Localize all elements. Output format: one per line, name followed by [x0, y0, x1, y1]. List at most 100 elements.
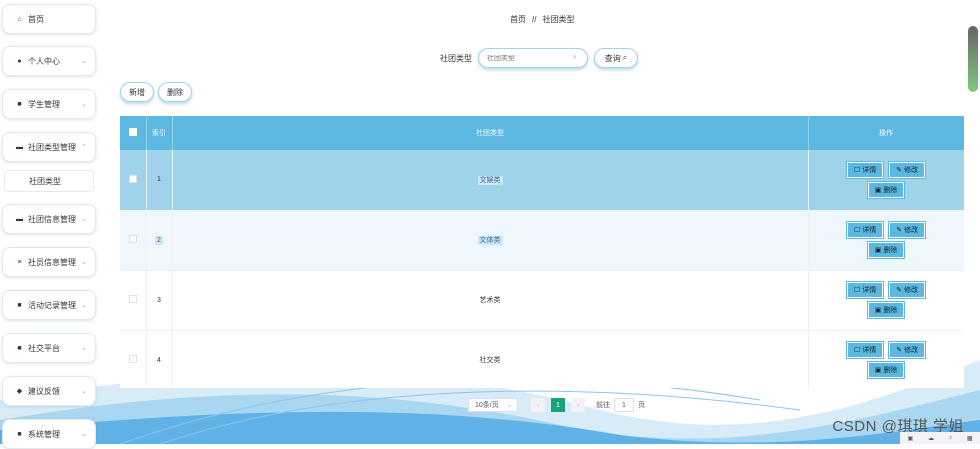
row-club-type: 社交类	[172, 330, 809, 388]
row-checkbox-cell	[120, 150, 147, 211]
sidebar-item-home[interactable]: ⌂ 首页	[2, 4, 96, 34]
chat-icon: ◆	[16, 388, 23, 395]
detail-icon: ☐	[853, 166, 861, 174]
row-checkbox[interactable]	[128, 174, 137, 183]
breadcrumb-current: 社团类型	[542, 15, 575, 24]
sidebar-item-label: 系统管理	[28, 429, 60, 439]
detail-button[interactable]: ☐ 详情	[846, 161, 884, 178]
tray-app-icon: ▣	[907, 435, 914, 442]
card-icon: ▬	[16, 143, 23, 151]
edit-label: 修改	[904, 166, 919, 174]
sidebar-item-label: 社员信息管理	[28, 257, 76, 267]
sidebar-item-label: 个人中心	[28, 56, 60, 66]
trash-icon: ▣	[874, 307, 882, 314]
tray-cloud-icon: ☁	[928, 435, 935, 442]
sidebar-item-label: 社交平台	[28, 343, 60, 353]
table-row[interactable]: 2 文体类 ☐ 详情 ✎ 修改 ▣ 删除	[120, 210, 964, 271]
vertical-scrollbar[interactable]	[966, 26, 980, 92]
row-checkbox[interactable]	[128, 295, 137, 303]
row-club-type: 文体类	[172, 210, 809, 271]
delete-button[interactable]: ▣ 删除	[867, 242, 905, 258]
goto-page-input[interactable]: 1	[614, 398, 634, 412]
row-index-text: 2	[155, 235, 163, 245]
sidebar-item-students[interactable]: ■ 学生管理 ⌄	[2, 89, 96, 119]
table-row[interactable]: 1 文娱类 ☐ 详情 ✎ 修改 ▣ 删除	[120, 150, 964, 211]
table-header-row: 索引 社团类型 操作	[120, 116, 964, 150]
prev-page-button[interactable]: ‹	[531, 398, 545, 412]
query-button[interactable]: 查询 ⌕	[594, 48, 638, 68]
breadcrumb-home[interactable]: 首页	[510, 15, 526, 24]
edit-button[interactable]: ✎ 修改	[889, 282, 926, 298]
detail-button[interactable]: ☐ 详情	[846, 282, 884, 298]
scrollbar-thumb[interactable]	[968, 26, 978, 92]
next-page-button[interactable]: ›	[571, 398, 585, 412]
page-number-current[interactable]: 1	[551, 398, 565, 412]
sidebar-item-label: 社团信息管理	[28, 214, 76, 224]
breadcrumb-separator: //	[532, 15, 537, 24]
grid-icon: ■	[17, 344, 22, 352]
row-checkbox-cell	[120, 270, 147, 331]
action-buttons: 新增 删除	[120, 82, 196, 102]
delete-label: 删除	[883, 186, 898, 194]
row-club-type: 文娱类	[172, 150, 809, 211]
chevron-down-icon: ⌄	[81, 345, 87, 352]
goto-label: 前往	[596, 402, 610, 409]
monitor-icon: ▬	[16, 215, 23, 223]
edit-button[interactable]: ✎ 修改	[889, 161, 926, 178]
detail-button[interactable]: ☐ 详情	[846, 342, 884, 358]
sidebar-item-social-platform[interactable]: ■ 社交平台 ⌄	[2, 333, 96, 363]
search-icon: ⌕	[573, 54, 577, 61]
row-operations: ☐ 详情 ✎ 修改 ▣ 删除	[808, 210, 964, 271]
select-all-checkbox[interactable]	[128, 128, 137, 136]
sidebar-subitem-club-type[interactable]: 社团类型	[4, 170, 94, 192]
search-input[interactable]	[487, 54, 573, 62]
system-tray: ▣ ☁ ♪ ▦	[900, 432, 980, 444]
column-header-index[interactable]: 索引	[146, 116, 173, 150]
chevron-down-icon: ⌄	[81, 302, 87, 309]
table-row[interactable]: 3 艺术类 ☐ 详情 ✎ 修改 ▣ 删除	[120, 270, 964, 331]
sidebar-item-member-info[interactable]: ≡ 社员信息管理 ⌄	[2, 247, 96, 277]
page-size-select[interactable]: 10条/页 ⌄	[468, 398, 518, 412]
edit-button[interactable]: ✎ 修改	[889, 342, 926, 358]
chevron-down-icon: ⌄	[81, 58, 87, 65]
trash-icon: ▣	[874, 367, 882, 374]
delete-button[interactable]: ▣ 删除	[867, 362, 905, 378]
sidebar-item-personal-center[interactable]: ● 个人中心 ⌄	[2, 46, 96, 76]
search-field[interactable]: ⌕	[478, 48, 588, 68]
sidebar-item-club-types[interactable]: ▬ 社团类型管理 ⌃	[2, 132, 96, 162]
batch-delete-button[interactable]: 删除	[158, 82, 192, 102]
delete-label: 删除	[883, 367, 898, 374]
column-header-club-type[interactable]: 社团类型	[172, 116, 809, 150]
add-button[interactable]: 新增	[120, 82, 154, 102]
sidebar-item-label: 活动记录管理	[28, 300, 76, 310]
select-all-cell	[120, 116, 147, 150]
row-club-type: 艺术类	[172, 270, 809, 331]
chevron-down-icon: ⌄	[81, 216, 87, 223]
delete-button[interactable]: ▣ 删除	[867, 181, 905, 198]
delete-button[interactable]: ▣ 删除	[867, 302, 905, 318]
sidebar-item-label: 学生管理	[28, 99, 60, 109]
row-checkbox-cell	[120, 330, 147, 388]
sidebar-item-system[interactable]: ■ 系统管理 ⌄	[2, 419, 96, 449]
row-index: 2	[146, 210, 173, 271]
chevron-down-icon: ⌄	[81, 431, 87, 438]
row-index: 1	[146, 150, 173, 211]
row-checkbox[interactable]	[128, 235, 137, 243]
detail-label: 详情	[862, 227, 877, 234]
table-row[interactable]: 4 社交类 ☐ 详情 ✎ 修改 ▣ 删除	[120, 330, 964, 388]
edit-button[interactable]: ✎ 修改	[889, 222, 926, 238]
row-checkbox[interactable]	[128, 355, 137, 363]
edit-label: 修改	[904, 347, 919, 354]
goto-page-suffix: 页	[638, 402, 645, 409]
chevron-up-icon: ⌃	[81, 144, 87, 151]
sidebar-item-club-info[interactable]: ▬ 社团信息管理 ⌄	[2, 204, 96, 234]
sidebar-item-activity-records[interactable]: ■ 活动记录管理 ⌄	[2, 290, 96, 320]
chevron-down-icon: ⌄	[81, 259, 87, 266]
detail-button[interactable]: ☐ 详情	[846, 222, 884, 238]
sidebar-item-label: 首页	[28, 14, 44, 24]
grid-icon: ■	[17, 430, 22, 438]
sidebar-item-feedback[interactable]: ◆ 建议反馈 ⌄	[2, 376, 96, 406]
row-operations: ☐ 详情 ✎ 修改 ▣ 删除	[808, 270, 964, 331]
row-operations: ☐ 详情 ✎ 修改 ▣ 删除	[808, 330, 964, 388]
page-size-value: 10条/页	[475, 402, 499, 409]
